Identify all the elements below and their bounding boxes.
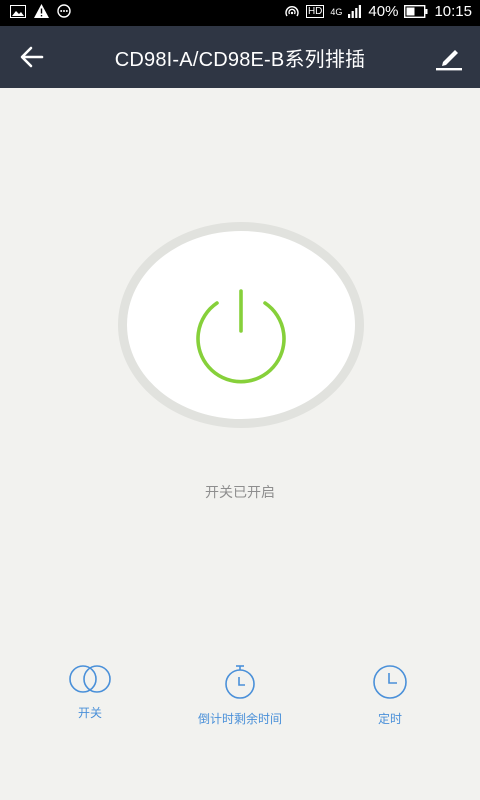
clock-time: 10:15 — [434, 3, 472, 20]
warning-icon — [34, 4, 49, 18]
power-status-text: 开关已开启 — [205, 485, 275, 501]
power-control — [118, 222, 364, 428]
battery-percent: 40% — [368, 3, 399, 20]
gallery-icon — [10, 4, 26, 18]
clock-icon — [373, 665, 407, 699]
network-type: 4G — [330, 6, 343, 17]
toggle-icon — [69, 665, 111, 693]
stopwatch-icon — [225, 665, 255, 699]
toggle-label: 开关 — [77, 706, 102, 720]
more-circle-icon — [57, 4, 71, 18]
back-arrow-icon — [20, 46, 44, 68]
toggle-switch-button[interactable]: 开关 — [30, 664, 150, 721]
countdown-button[interactable]: 倒计时剩余时间 — [180, 664, 300, 727]
power-icon — [196, 289, 286, 384]
hd-badge: HD — [305, 5, 325, 18]
countdown-label: 倒计时剩余时间 — [197, 712, 282, 726]
edit-button[interactable] — [434, 42, 464, 72]
schedule-label: 定时 — [377, 712, 402, 726]
app-bar: CD98I-A/CD98E-B系列排插 — [0, 26, 480, 88]
signal-icon — [348, 5, 362, 18]
schedule-button[interactable]: 定时 — [330, 664, 450, 727]
page-title: CD98I-A/CD98E-B系列排插 — [114, 49, 366, 71]
status-bar-left — [10, 4, 71, 18]
status-bar-right: HD 4G 40% 10:15 — [284, 3, 472, 20]
back-button[interactable] — [18, 44, 46, 70]
hotspot-icon — [284, 5, 300, 19]
battery-icon — [404, 5, 428, 18]
power-button[interactable] — [127, 231, 355, 419]
pencil-icon — [436, 50, 462, 71]
status-bar: HD 4G 40% 10:15 — [0, 0, 480, 26]
